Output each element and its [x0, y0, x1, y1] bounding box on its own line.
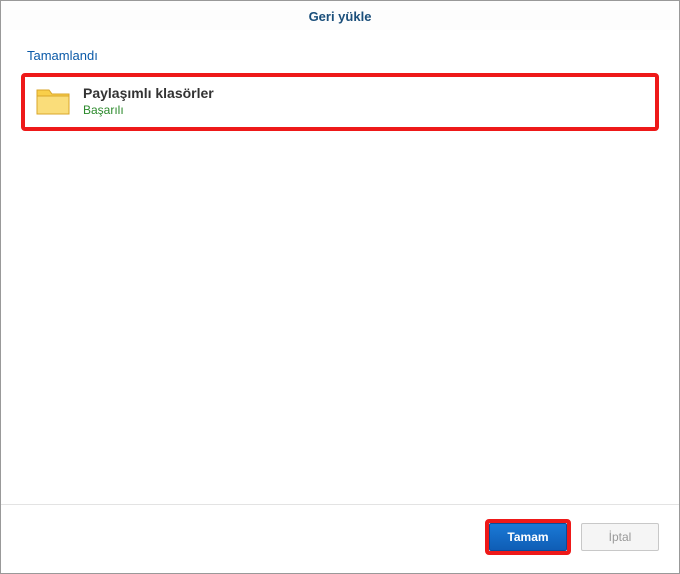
- dialog-title: Geri yükle: [1, 1, 679, 30]
- restore-dialog: Geri yükle Tamamlandı Paylaşımlı klasörl…: [0, 0, 680, 574]
- result-item-status: Başarılı: [83, 103, 214, 117]
- result-item-title: Paylaşımlı klasörler: [83, 85, 214, 101]
- folder-icon: [35, 86, 71, 116]
- result-item-shared-folders: Paylaşımlı klasörler Başarılı: [21, 73, 659, 131]
- dialog-footer: Tamam İptal: [1, 504, 679, 573]
- ok-button-highlight: Tamam: [485, 519, 571, 555]
- ok-button[interactable]: Tamam: [489, 523, 567, 551]
- section-title: Tamamlandı: [27, 48, 659, 63]
- cancel-button: İptal: [581, 523, 659, 551]
- dialog-body: Tamamlandı Paylaşımlı klasörler Başarılı: [1, 30, 679, 504]
- result-item-text: Paylaşımlı klasörler Başarılı: [83, 85, 214, 117]
